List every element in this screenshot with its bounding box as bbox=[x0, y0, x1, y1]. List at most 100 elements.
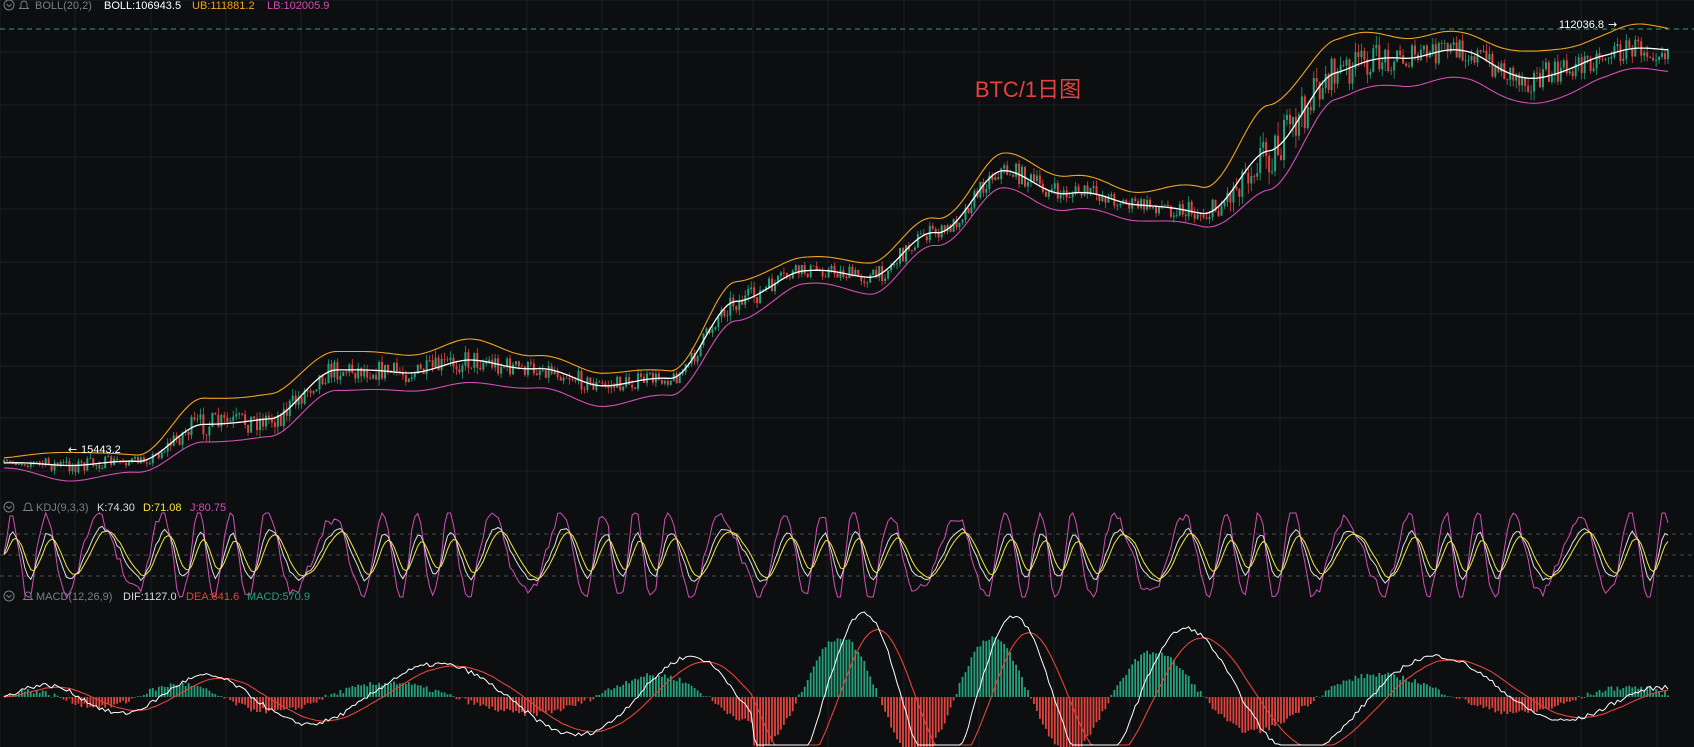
macd-bar bbox=[693, 688, 696, 697]
macd-bar bbox=[1667, 695, 1669, 697]
macd-bar bbox=[1286, 697, 1288, 719]
candle-body bbox=[1473, 56, 1476, 63]
candle-body bbox=[1217, 211, 1220, 216]
kdj-indicator-name[interactable]: KDJ(9,3,3) bbox=[36, 502, 89, 514]
candle-body bbox=[1482, 50, 1485, 52]
candle-body bbox=[768, 278, 770, 287]
boll-lb-line bbox=[4, 67, 1669, 482]
candle-body bbox=[800, 265, 803, 274]
candle-body bbox=[1411, 45, 1413, 67]
macd-bar bbox=[1470, 697, 1473, 706]
candle-body bbox=[306, 390, 309, 392]
macd-bar bbox=[928, 697, 931, 747]
candle-body bbox=[312, 391, 315, 393]
candle-body bbox=[363, 370, 366, 377]
macd-bar bbox=[922, 697, 925, 747]
macd-bar bbox=[1434, 687, 1437, 697]
macd-bar bbox=[140, 696, 142, 697]
candle-body bbox=[1565, 60, 1568, 74]
candle-body bbox=[1464, 60, 1467, 62]
macd-bar bbox=[1033, 697, 1035, 704]
macd-bar bbox=[1030, 697, 1032, 699]
candle-body bbox=[583, 389, 586, 391]
macd-bar bbox=[1583, 697, 1586, 698]
candle-body bbox=[1369, 72, 1372, 75]
candle-body bbox=[265, 415, 267, 427]
candle-body bbox=[50, 464, 53, 471]
macd-bar bbox=[1571, 697, 1574, 701]
macd-bar bbox=[979, 646, 982, 697]
chart-canvas[interactable]: BTC/1日图 BOLL(20,2) BOLL:106943.5 UB:1118… bbox=[0, 0, 1694, 747]
macd-bar bbox=[1131, 664, 1134, 697]
macd-bar bbox=[842, 639, 845, 697]
macd-bar bbox=[961, 676, 964, 697]
macd-bar bbox=[214, 694, 217, 697]
candle-body bbox=[1235, 187, 1238, 190]
macd-bar bbox=[29, 691, 32, 697]
candle-body bbox=[157, 453, 160, 458]
macd-bar bbox=[241, 697, 243, 704]
boll-ub-line bbox=[3, 23, 1669, 459]
kdj-header: KDJ(9,3,3) K:74.30 D:71.08 J:80.75 bbox=[3, 501, 226, 514]
macd-indicator-name[interactable]: MACD(12,26,9) bbox=[36, 591, 112, 603]
macd-bar bbox=[1527, 697, 1529, 713]
macd-bar bbox=[1482, 697, 1485, 708]
collapse-chevron-icon[interactable] bbox=[3, 590, 15, 602]
boll-indicator-name[interactable]: BOLL(20,2) bbox=[35, 0, 92, 12]
candle-body bbox=[830, 265, 833, 270]
macd-bar bbox=[271, 697, 273, 709]
collapse-chevron-icon[interactable] bbox=[3, 0, 15, 11]
candle-body bbox=[29, 463, 32, 467]
candle-body bbox=[985, 188, 988, 193]
macd-bar bbox=[604, 690, 607, 697]
candle-body bbox=[625, 377, 628, 387]
candle-body bbox=[1616, 44, 1619, 47]
candle-body bbox=[916, 234, 919, 248]
candle-body bbox=[970, 207, 973, 213]
macd-bar bbox=[485, 697, 488, 707]
candle-body bbox=[663, 380, 666, 384]
macd-bar bbox=[1604, 690, 1607, 697]
macd-bar bbox=[410, 684, 413, 697]
candle-body bbox=[479, 367, 482, 370]
candle-body bbox=[6, 460, 8, 462]
macd-macd-value: MACD:570.9 bbox=[247, 591, 310, 603]
candle-body bbox=[1506, 79, 1509, 80]
collapse-chevron-icon[interactable] bbox=[3, 501, 15, 513]
candle-body bbox=[1199, 214, 1202, 216]
macd-bar bbox=[1056, 697, 1059, 746]
macd-bar bbox=[919, 697, 922, 747]
bell-icon[interactable] bbox=[18, 0, 30, 9]
candle-body bbox=[967, 207, 970, 213]
macd-bar bbox=[559, 697, 562, 712]
macd-bar bbox=[1378, 673, 1381, 697]
macd-bar bbox=[1036, 697, 1038, 711]
candle-body bbox=[1059, 194, 1062, 199]
bell-icon[interactable] bbox=[22, 502, 34, 511]
macd-bar bbox=[390, 683, 392, 697]
macd-bar bbox=[1053, 697, 1056, 745]
macd-bar bbox=[1256, 697, 1259, 729]
macd-bar bbox=[1664, 690, 1666, 697]
candle-body bbox=[1315, 78, 1318, 82]
macd-bar bbox=[1092, 697, 1095, 728]
macd-bar bbox=[1515, 697, 1518, 713]
candle-body bbox=[1274, 135, 1277, 172]
candle-body bbox=[1184, 214, 1187, 217]
boll-mid-value: BOLL:106943.5 bbox=[104, 0, 181, 12]
macd-bar bbox=[1494, 697, 1497, 713]
candle-body bbox=[559, 377, 562, 381]
macd-bar bbox=[1348, 679, 1351, 697]
macd-bar bbox=[1146, 650, 1148, 697]
macd-bar bbox=[35, 690, 38, 697]
macd-bar bbox=[315, 697, 318, 703]
candle-body bbox=[1667, 50, 1669, 60]
candle-body bbox=[1622, 58, 1625, 61]
macd-bar bbox=[143, 695, 145, 697]
candle-body bbox=[1458, 40, 1461, 58]
macd-bar bbox=[583, 697, 586, 701]
macd-bar bbox=[461, 697, 464, 698]
candle-body bbox=[208, 426, 211, 436]
candle-body bbox=[1384, 49, 1387, 63]
macd-bar bbox=[89, 697, 92, 707]
